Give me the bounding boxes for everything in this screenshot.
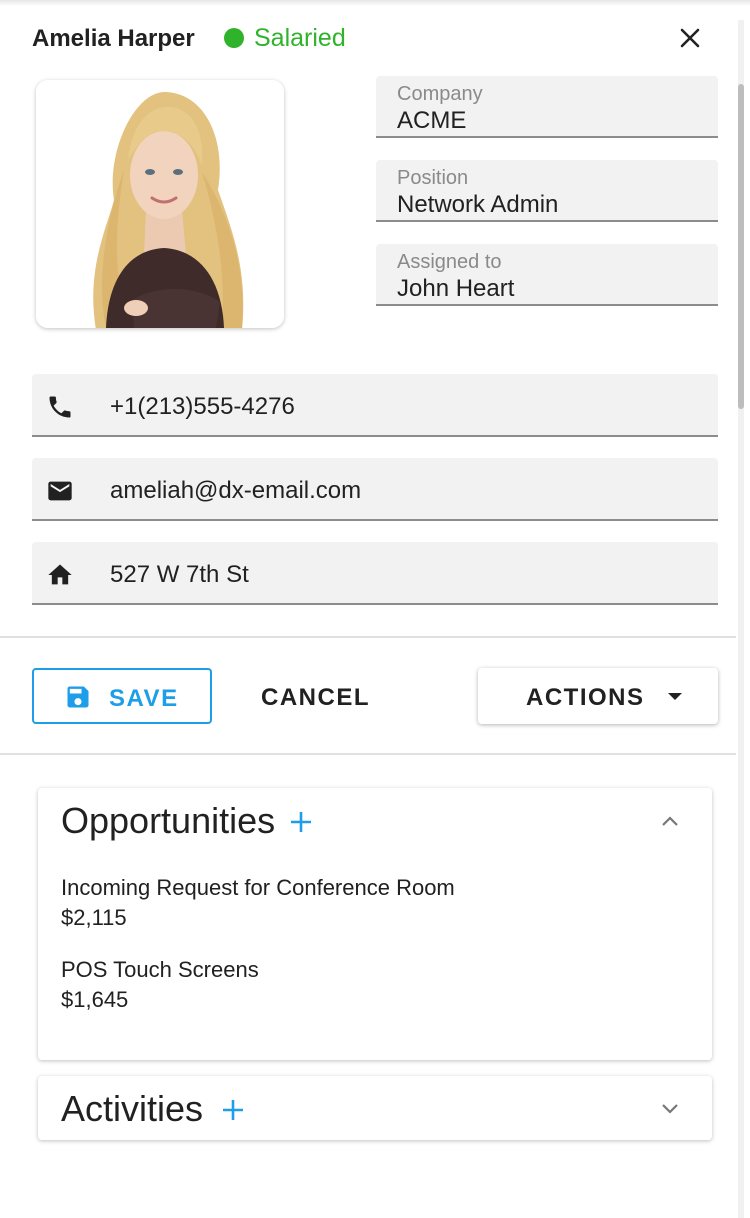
phone-field[interactable]: +1(213)555-4276: [32, 374, 718, 437]
close-icon[interactable]: [676, 24, 704, 52]
address-field[interactable]: 527 W 7th St: [32, 542, 718, 605]
scrollbar[interactable]: [738, 20, 744, 1218]
position-label: Position: [397, 167, 469, 189]
contact-header: Amelia Harper Salaried: [32, 20, 722, 56]
company-field[interactable]: Company ACME: [376, 76, 718, 138]
save-label: SAVE: [109, 685, 179, 712]
list-item[interactable]: Incoming Request for Conference Room $2,…: [61, 873, 455, 933]
cancel-label: CANCEL: [261, 684, 370, 711]
position-field[interactable]: Position Network Admin: [376, 160, 718, 222]
opportunity-name: POS Touch Screens: [61, 957, 259, 982]
caret-down-icon: [668, 693, 682, 700]
contact-name: Amelia Harper: [32, 25, 195, 52]
company-label: Company: [397, 83, 483, 105]
actions-dropdown-button[interactable]: ACTIONS: [478, 668, 718, 724]
chevron-down-icon[interactable]: [658, 1096, 682, 1120]
company-value: ACME: [397, 107, 467, 134]
actions-label: ACTIONS: [526, 684, 645, 711]
add-opportunity-icon[interactable]: [289, 810, 313, 834]
activities-card: Activities: [38, 1076, 712, 1140]
chevron-up-icon[interactable]: [658, 810, 682, 834]
email-field[interactable]: ameliah@dx-email.com: [32, 458, 718, 521]
divider: [0, 636, 736, 638]
assigned-to-value: John Heart: [397, 275, 515, 302]
status-badge: Salaried: [254, 24, 346, 52]
divider: [0, 753, 736, 755]
add-activity-icon[interactable]: [221, 1098, 245, 1122]
phone-value: +1(213)555-4276: [110, 393, 295, 420]
contact-photo: [36, 80, 284, 328]
opportunity-amount: $1,645: [61, 987, 129, 1012]
email-icon: [46, 477, 74, 505]
assigned-to-field[interactable]: Assigned to John Heart: [376, 244, 718, 306]
top-shadow: [0, 0, 750, 6]
home-icon: [46, 561, 74, 589]
list-item[interactable]: POS Touch Screens $1,645: [61, 955, 259, 1015]
email-value: ameliah@dx-email.com: [110, 477, 362, 504]
cancel-button[interactable]: CANCEL: [240, 668, 386, 724]
scrollbar-thumb[interactable]: [738, 84, 744, 409]
phone-icon: [46, 393, 74, 421]
save-button[interactable]: SAVE: [32, 668, 212, 724]
assigned-to-label: Assigned to: [397, 251, 502, 273]
opportunities-title: Opportunities: [61, 800, 276, 841]
opportunity-amount: $2,115: [61, 905, 127, 930]
save-icon: [64, 683, 92, 711]
activities-title: Activities: [61, 1088, 204, 1129]
status-dot-icon: [224, 28, 244, 48]
address-value: 527 W 7th St: [110, 561, 249, 588]
opportunities-card: Opportunities Incoming Request for Confe…: [38, 788, 712, 1060]
opportunity-name: Incoming Request for Conference Room: [61, 875, 455, 900]
position-value: Network Admin: [397, 191, 559, 218]
